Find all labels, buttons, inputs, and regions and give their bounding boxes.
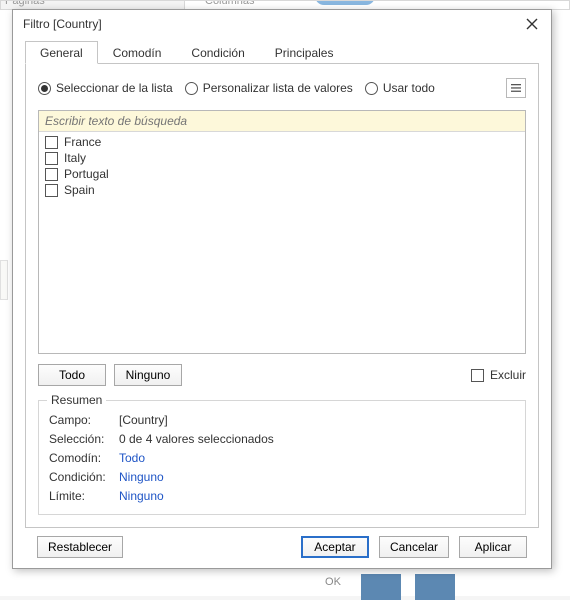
summary-key: Condición: bbox=[49, 468, 113, 487]
summary-key: Selección: bbox=[49, 430, 113, 449]
bg-bottom: OK bbox=[0, 568, 570, 596]
search-input[interactable] bbox=[39, 111, 525, 132]
dialog-button-row: Restablecer Aceptar Cancelar Aplicar bbox=[25, 528, 539, 558]
tab-general[interactable]: General bbox=[25, 41, 98, 64]
reset-button[interactable]: Restablecer bbox=[37, 536, 123, 558]
titlebar: Filtro [Country] bbox=[13, 10, 551, 38]
summary-key: Comodín: bbox=[49, 449, 113, 468]
radio-label: Seleccionar de la lista bbox=[56, 81, 173, 95]
radio-label: Personalizar lista de valores bbox=[203, 81, 353, 95]
summary-row-condition: Condición: Ninguno bbox=[49, 468, 515, 487]
select-none-button[interactable]: Ninguno bbox=[114, 364, 182, 386]
radio-select-from-list[interactable]: Seleccionar de la lista bbox=[38, 81, 173, 95]
summary-key: Campo: bbox=[49, 411, 113, 430]
summary-value: [Country] bbox=[119, 411, 168, 430]
checkbox-icon bbox=[45, 168, 58, 181]
radio-icon bbox=[38, 82, 51, 95]
summary-link-wildcard[interactable]: Todo bbox=[119, 449, 145, 468]
summary-row-limit: Límite: Ninguno bbox=[49, 487, 515, 506]
spacer bbox=[133, 536, 291, 558]
summary-link-condition[interactable]: Ninguno bbox=[119, 468, 164, 487]
close-icon bbox=[526, 18, 538, 30]
radio-icon bbox=[185, 82, 198, 95]
checkbox-icon bbox=[45, 152, 58, 165]
tab-panel-general: Seleccionar de la lista Personalizar lis… bbox=[25, 64, 539, 528]
accept-button[interactable]: Aceptar bbox=[301, 536, 369, 558]
tab-strip: General Comodín Condición Principales bbox=[25, 40, 539, 64]
apply-button[interactable]: Aplicar bbox=[459, 536, 527, 558]
tab-comodin[interactable]: Comodín bbox=[98, 41, 177, 64]
chart-bar-2 bbox=[415, 574, 455, 600]
left-strip bbox=[0, 260, 8, 300]
radio-icon bbox=[365, 82, 378, 95]
filter-dialog: Filtro [Country] General Comodín Condici… bbox=[12, 9, 552, 569]
close-button[interactable] bbox=[519, 14, 545, 34]
checkbox-icon bbox=[45, 136, 58, 149]
list-item[interactable]: France bbox=[43, 134, 521, 150]
exclude-label: Excluir bbox=[490, 368, 526, 382]
select-all-button[interactable]: Todo bbox=[38, 364, 106, 386]
summary-row-wildcard: Comodín: Todo bbox=[49, 449, 515, 468]
dialog-content: General Comodín Condición Principales Se… bbox=[13, 38, 551, 568]
columns-label: Columnas bbox=[205, 0, 255, 7]
summary-row-selection: Selección: 0 de 4 valores seleccionados bbox=[49, 430, 515, 449]
list-actions-row: Todo Ninguno Excluir bbox=[38, 364, 526, 386]
item-label: France bbox=[64, 135, 101, 149]
values-list-box: France Italy Portugal Spain bbox=[38, 110, 526, 354]
item-label: Spain bbox=[64, 183, 95, 197]
item-label: Italy bbox=[64, 151, 86, 165]
checkbox-icon bbox=[471, 369, 484, 382]
radio-use-all[interactable]: Usar todo bbox=[365, 81, 435, 95]
exclude-checkbox[interactable]: Excluir bbox=[471, 368, 526, 382]
list-item[interactable]: Italy bbox=[43, 150, 521, 166]
mode-row: Seleccionar de la lista Personalizar lis… bbox=[38, 78, 526, 98]
summary-key: Límite: bbox=[49, 487, 113, 506]
tab-principales[interactable]: Principales bbox=[260, 41, 349, 64]
summary-box: Resumen Campo: [Country] Selección: 0 de… bbox=[38, 400, 526, 515]
list-item[interactable]: Portugal bbox=[43, 166, 521, 182]
cancel-button[interactable]: Cancelar bbox=[379, 536, 449, 558]
radio-custom-list[interactable]: Personalizar lista de valores bbox=[185, 81, 353, 95]
radio-label: Usar todo bbox=[383, 81, 435, 95]
chart-bar-1 bbox=[361, 574, 401, 600]
summary-row-field: Campo: [Country] bbox=[49, 411, 515, 430]
options-menu-button[interactable] bbox=[506, 78, 526, 98]
summary-legend: Resumen bbox=[47, 393, 106, 407]
checkbox-icon bbox=[45, 184, 58, 197]
ok-label: OK bbox=[325, 576, 341, 588]
dialog-title: Filtro [Country] bbox=[23, 17, 102, 31]
item-label: Portugal bbox=[64, 167, 109, 181]
list-item[interactable]: Spain bbox=[43, 182, 521, 198]
menu-icon bbox=[511, 83, 521, 93]
summary-value: 0 de 4 valores seleccionados bbox=[119, 430, 274, 449]
summary-link-limit[interactable]: Ninguno bbox=[119, 487, 164, 506]
tab-condicion[interactable]: Condición bbox=[176, 41, 259, 64]
gender-pill[interactable] bbox=[315, 0, 375, 5]
values-list: France Italy Portugal Spain bbox=[39, 132, 525, 353]
